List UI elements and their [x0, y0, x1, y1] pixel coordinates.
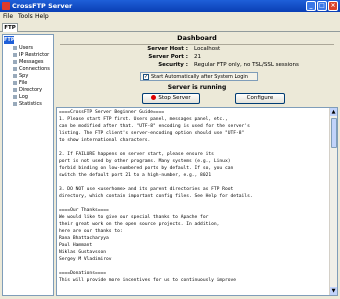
log-line: can be modified after that. "UTF-8" enco…: [59, 124, 250, 129]
security-value: Regular FTP only, no TSL/SSL sessions: [194, 62, 299, 68]
log-line: forbid binding on low-numbered ports by …: [59, 166, 234, 171]
log-line: Niklas Gustavsson: [59, 250, 107, 255]
scroll-down-arrow-icon[interactable]: ▼: [330, 287, 337, 295]
server-status: Server is running: [167, 84, 227, 91]
tab-ftp[interactable]: FTP: [2, 23, 18, 32]
minimize-button[interactable]: _: [306, 1, 316, 11]
log-line: Paul Hammant: [59, 243, 93, 248]
sidebar-item-log[interactable]: Log: [13, 94, 28, 100]
log-line: to show international characters.: [59, 138, 151, 143]
window-title: CrossFTP Server: [12, 2, 73, 10]
close-button[interactable]: ×: [328, 1, 338, 11]
sidebar-item-ip-restrictor[interactable]: IP Restrictor: [13, 52, 49, 58]
sidebar-item-file[interactable]: File: [13, 80, 27, 86]
sidebar-item-label: Log: [19, 94, 28, 100]
app-icon: [2, 2, 10, 10]
dashboard-title: Dashboard: [177, 34, 217, 42]
sidebar-item-directory[interactable]: Directory: [13, 87, 42, 93]
log-line: ====Our Thanks====: [59, 208, 109, 213]
sidebar-item-users[interactable]: Users: [13, 45, 33, 51]
menu-bar: File Tools Help: [0, 12, 340, 22]
title-bar: CrossFTP Server _ □ ×: [0, 0, 340, 12]
security-label: Security :: [158, 62, 188, 68]
sidebar-item-label: IP Restrictor: [19, 52, 50, 58]
sidebar-item-label: Connections: [19, 66, 50, 72]
ip-restrictor-icon: [13, 52, 17, 57]
sidebar-root-ftp[interactable]: FTP: [4, 36, 15, 44]
stop-icon: [151, 95, 157, 100]
log-line: listing. The FTP client's server-encodin…: [59, 131, 245, 136]
checkbox-box[interactable]: ✓: [143, 74, 149, 80]
sidebar-item-connections[interactable]: Connections: [13, 66, 50, 72]
tab-row: FTP: [0, 22, 340, 32]
log-line: 3. DO NOT use <userhome> and its parent …: [59, 187, 234, 192]
scroll-thumb[interactable]: [331, 118, 337, 148]
sidebar-item-messages[interactable]: Messages: [13, 59, 44, 65]
sidebar-item-label: Directory: [19, 87, 43, 93]
server-port-value: 21: [194, 54, 201, 60]
title-divider: [60, 44, 334, 45]
sidebar-item-label: Spy: [19, 73, 29, 79]
sidebar-item-spy[interactable]: Spy: [13, 73, 28, 79]
vertical-scrollbar[interactable]: ▲ ▼: [329, 108, 337, 295]
spy-icon: [13, 73, 17, 78]
stop-server-label: Stop Server: [158, 95, 191, 101]
sidebar-item-label: File: [19, 80, 28, 86]
log-line: 2. If FAILURE happens on server start, p…: [59, 152, 214, 157]
statistics-icon: [13, 101, 17, 106]
autostart-checkbox[interactable]: ✓ Start Automatically after System Login: [140, 72, 258, 81]
log-line: here are our thanks to:: [59, 229, 123, 234]
stop-server-button[interactable]: Stop Server: [142, 93, 200, 104]
menu-help[interactable]: Help: [35, 13, 49, 20]
log-line: ====CrossFTP Server Beginner Guide====: [59, 110, 165, 115]
menu-tools[interactable]: Tools: [18, 13, 33, 20]
autostart-label: Start Automatically after System Login: [151, 74, 248, 80]
log-line: switch the default port 21 to a high-num…: [59, 173, 212, 178]
file-icon: [13, 80, 17, 85]
log-line: directory, which contain important confi…: [59, 194, 253, 199]
users-icon: [13, 45, 17, 50]
log-line: ====Donations====: [59, 271, 107, 276]
guide-text-area[interactable]: ====CrossFTP Server Beginner Guide==== 1…: [56, 107, 338, 296]
log-icon: [13, 94, 17, 99]
messages-icon: [13, 59, 17, 64]
dashboard-panel: Dashboard Server Host : Localhost Server…: [56, 34, 338, 296]
log-line: their great work on the open source proj…: [59, 222, 220, 227]
log-line: This will provide more incentives for us…: [59, 278, 237, 283]
configure-button[interactable]: Configure: [235, 93, 285, 104]
sidebar-item-label: Statistics: [19, 101, 42, 107]
sidebar-item-label: Users: [19, 45, 34, 51]
menu-file[interactable]: File: [3, 13, 13, 20]
sidebar-tree: FTP Users IP Restrictor Messages Connect…: [2, 34, 54, 296]
maximize-button[interactable]: □: [317, 1, 327, 11]
log-line: Sergey M Vladimirov: [59, 257, 112, 262]
sidebar-item-label: Messages: [19, 59, 44, 65]
server-port-label: Server Port :: [148, 54, 188, 60]
server-host-label: Server Host :: [147, 46, 188, 52]
scroll-up-arrow-icon[interactable]: ▲: [330, 108, 337, 116]
log-line: port is not used by other programs. Many…: [59, 159, 231, 164]
sidebar-item-statistics[interactable]: Statistics: [13, 101, 42, 107]
connections-icon: [13, 66, 17, 71]
log-line: We would like to give our special thanks…: [59, 215, 209, 220]
log-line: 1. Please start FTP first. Users panel, …: [59, 117, 228, 122]
directory-icon: [13, 87, 17, 92]
log-line: Rana Bhattacharyya: [59, 236, 109, 241]
server-host-value: Localhost: [194, 46, 221, 52]
